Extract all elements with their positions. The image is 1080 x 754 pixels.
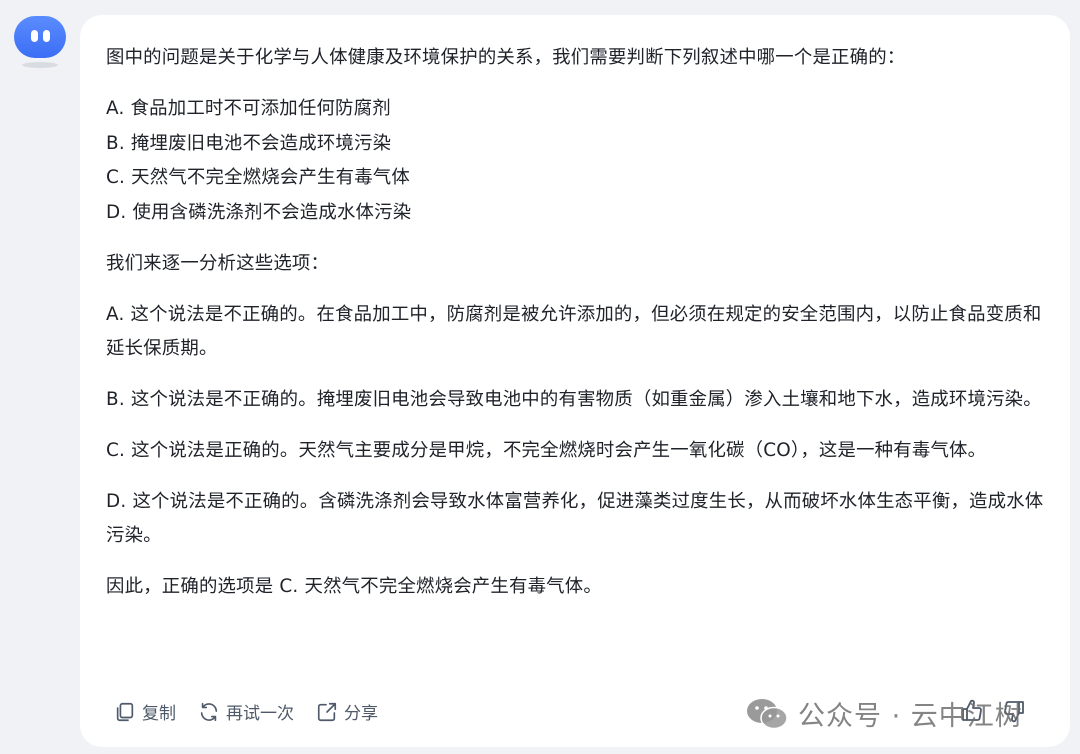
copy-label: 复制 (142, 704, 176, 724)
avatar-right-eye (43, 30, 50, 42)
avatar-left-eye (31, 30, 38, 42)
wechat-watermark: 公众号 · 云中江树 (746, 694, 1023, 733)
question-options: A. 食品加工时不可添加任何防腐剂 B. 掩埋废旧电池不会造成环境污染 C. 天… (106, 92, 1044, 230)
retry-button[interactable]: 再试一次 (198, 699, 294, 724)
analysis-c: C. 这个说法是正确的。天然气主要成分是甲烷，不完全燃烧时会产生一氧化碳（CO）… (106, 440, 987, 461)
avatar-shadow (22, 62, 58, 68)
assistant-message-card: 图中的问题是关于化学与人体健康及环境保护的关系，我们需要判断下列叙述中哪一个是正… (80, 15, 1070, 747)
refresh-icon (200, 702, 218, 721)
share-button[interactable]: 分享 (316, 699, 378, 724)
message-toolbar: 复制 再试一次 分享 (114, 699, 400, 724)
copy-icon (116, 702, 134, 721)
option-c: C. 天然气不完全燃烧会产生有毒气体 (106, 167, 410, 188)
share-label: 分享 (344, 704, 378, 724)
analysis-d: D. 这个说法是不正确的。含磷洗涤剂会导致水体富营养化，促进藻类过度生长，从而破… (106, 491, 1044, 546)
analysis-b: B. 这个说法是不正确的。掩埋废旧电池会导致电池中的有害物质（如重金属）渗入土壤… (106, 389, 1042, 410)
option-a: A. 食品加工时不可添加任何防腐剂 (106, 98, 391, 119)
copy-button[interactable]: 复制 (114, 699, 176, 724)
option-d: D. 使用含磷洗涤剂不会造成水体污染 (106, 201, 412, 223)
wechat-icon (747, 698, 788, 729)
analysis-lead: 我们来逐一分析这些选项： (106, 253, 330, 274)
assistant-avatar (14, 16, 66, 70)
message-intro: 图中的问题是关于化学与人体健康及环境保护的关系，我们需要判断下列叙述中哪一个是正… (106, 47, 906, 68)
retry-label: 再试一次 (226, 704, 294, 724)
watermark-text: 公众号 · 云中江树 (798, 701, 1023, 732)
robot-avatar-icon (14, 16, 66, 58)
option-b: B. 掩埋废旧电池不会造成环境污染 (106, 132, 392, 154)
analysis-a: A. 这个说法是不正确的。在食品加工中，防腐剂是被允许添加的，但必须在规定的安全… (106, 304, 1042, 359)
share-icon (317, 702, 337, 721)
conclusion: 因此，正确的选项是 C. 天然气不完全燃烧会产生有毒气体。 (106, 576, 602, 597)
